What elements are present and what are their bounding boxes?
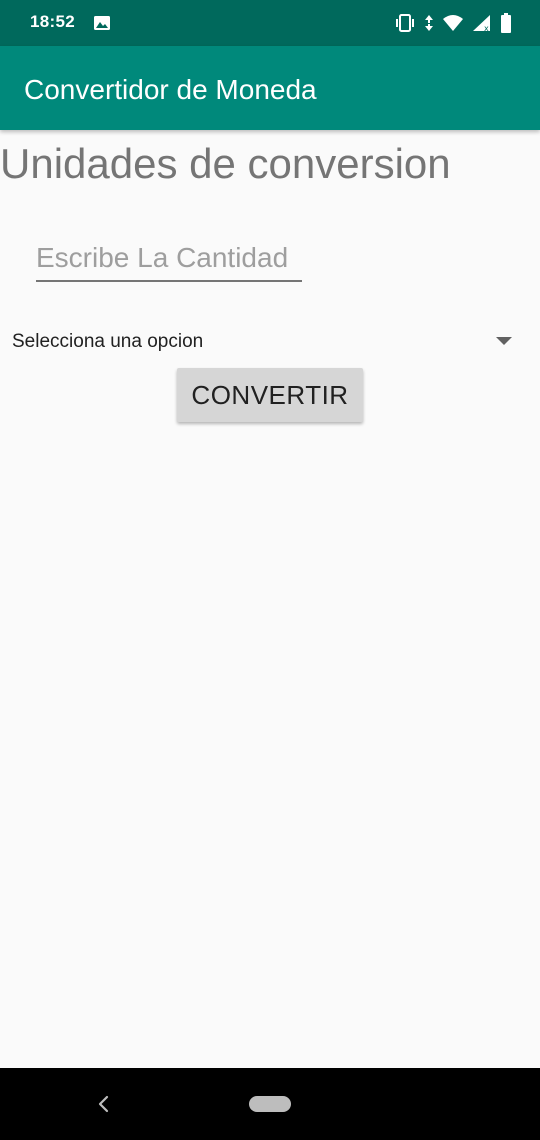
wifi-icon — [443, 15, 463, 31]
option-spinner[interactable]: Selecciona una opcion — [0, 318, 540, 366]
app-title: Convertidor de Moneda — [24, 74, 317, 105]
vibrate-icon — [396, 14, 414, 32]
status-bar: 18:52 x — [0, 0, 540, 46]
dropdown-arrow-icon — [496, 337, 512, 345]
spinner-selected-label: Selecciona una opcion — [12, 331, 204, 352]
status-icons: x — [394, 12, 512, 34]
svg-text:x: x — [484, 24, 489, 32]
app-bar: Convertidor de Moneda — [0, 46, 540, 130]
image-icon — [94, 16, 110, 30]
signal-icon: x — [473, 15, 490, 32]
data-arrows-icon — [425, 15, 433, 31]
page-heading: Unidades de conversion — [0, 140, 451, 187]
status-time: 18:52 — [30, 12, 75, 31]
back-icon[interactable] — [94, 1094, 114, 1114]
amount-input[interactable] — [36, 236, 302, 282]
battery-icon — [501, 13, 511, 33]
home-pill-icon[interactable] — [249, 1096, 291, 1112]
convert-button[interactable]: CONVERTIR — [177, 368, 363, 422]
navigation-bar — [0, 1068, 540, 1140]
